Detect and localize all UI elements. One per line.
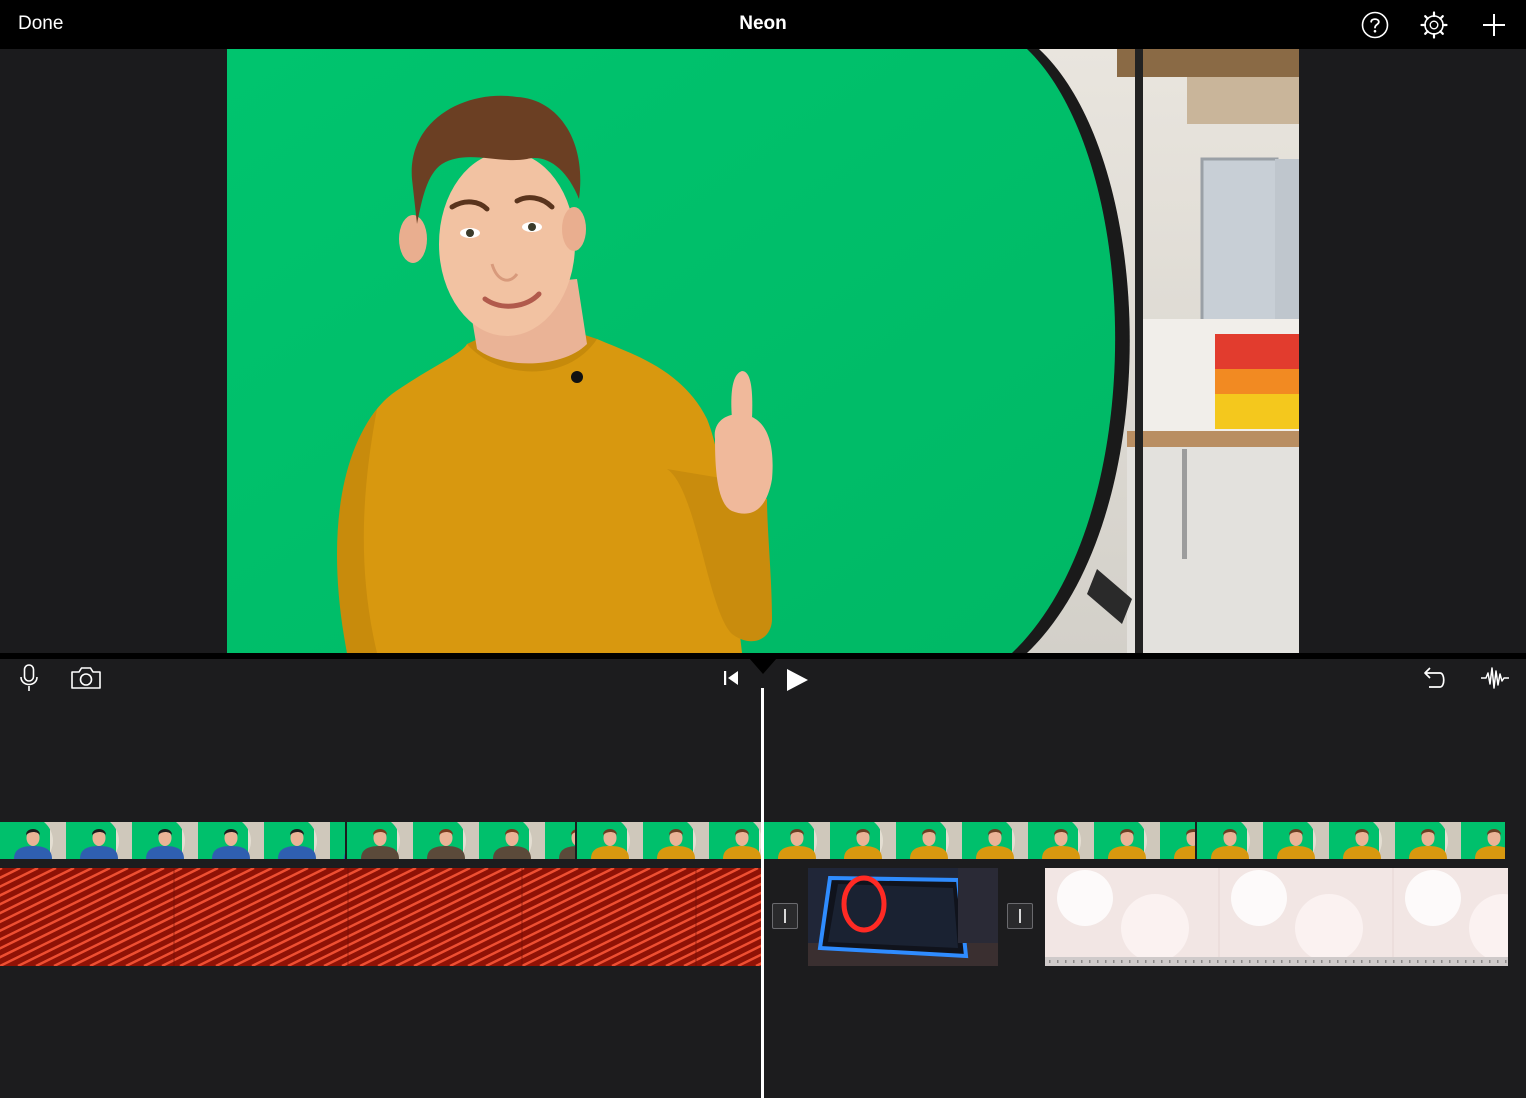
gap-marker-right[interactable] [1007,903,1033,929]
video-thumbnail [413,822,479,859]
help-icon[interactable] [1360,10,1390,40]
video-thumbnail [0,822,66,859]
video-thumbnail [330,822,345,859]
video-thumbnail [1160,822,1195,859]
video-thumbnail [1028,822,1094,859]
video-thumbnail [896,822,962,859]
video-thumbnail [264,822,330,859]
settings-gear-icon[interactable] [1419,10,1449,40]
video-viewer [0,49,1526,653]
preview-frame[interactable] [227,49,1299,653]
video-thumbnail [1395,822,1461,859]
video-thumbnail [1197,822,1263,859]
video-thumbnail [545,822,575,859]
video-thumbnail [962,822,1028,859]
video-thumbnail [132,822,198,859]
white-bokeh-clip[interactable] [1045,868,1508,966]
undo-icon[interactable] [1420,664,1448,692]
add-plus-icon[interactable] [1479,10,1509,40]
neon-sign-clip[interactable] [808,868,998,966]
microphone-icon[interactable] [17,663,41,693]
white-bokeh-thumbnails [1045,868,1508,966]
video-thumbnail [1094,822,1160,859]
main-video-track[interactable] [0,822,1505,859]
video-thumbnail [709,822,762,859]
playhead-line[interactable] [761,688,764,1098]
video-thumbnail [66,822,132,859]
skip-to-start-icon[interactable] [721,668,741,688]
top-bar: Done Neon [0,0,1526,49]
video-thumbnail [830,822,896,859]
gap-marker-left[interactable] [772,903,798,929]
done-button[interactable]: Done [18,13,63,35]
video-thumbnail [198,822,264,859]
play-icon[interactable] [784,666,810,694]
video-thumbnail [577,822,643,859]
camera-icon[interactable] [70,665,102,691]
neon-red-clip[interactable] [0,868,762,966]
video-thumbnail [764,822,830,859]
video-thumbnail [479,822,545,859]
video-thumbnail [1263,822,1329,859]
preview-image [227,49,1299,653]
project-title: Neon [739,13,787,34]
video-thumbnail [1329,822,1395,859]
playhead-marker[interactable] [749,658,777,674]
neon-sign-thumbnail [808,868,998,966]
neon-red-clip-thumbnails [0,868,762,966]
video-thumbnail [643,822,709,859]
audio-waveform-icon[interactable] [1480,664,1510,692]
video-thumbnail [347,822,413,859]
video-thumbnail [1461,822,1505,859]
